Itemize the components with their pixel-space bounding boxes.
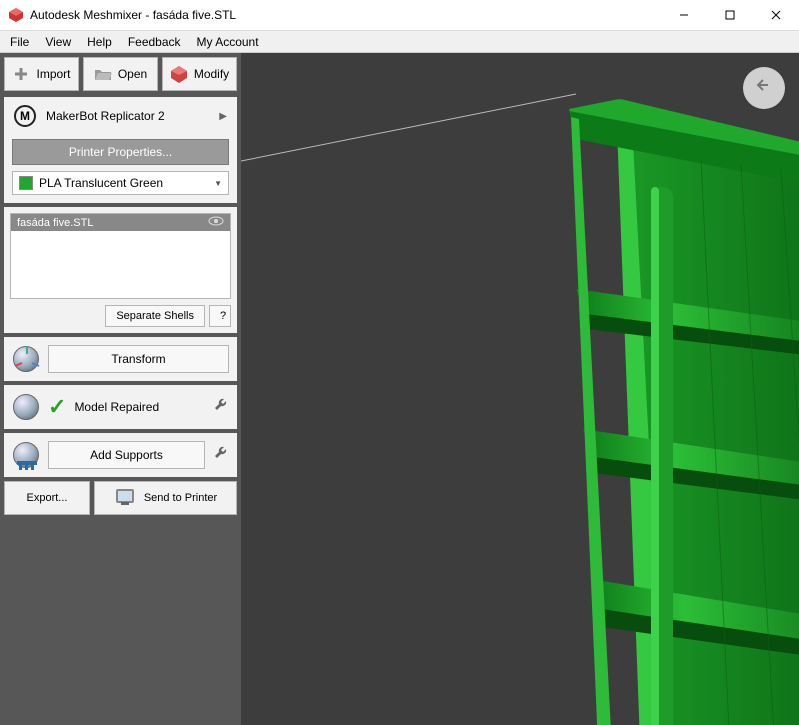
sidebar: Import Open Modify M MakerBot Replicator… [0,53,241,725]
import-label: Import [36,67,70,81]
maximize-button[interactable] [707,0,753,30]
material-name: PLA Translucent Green [39,176,163,190]
open-label: Open [118,67,147,81]
files-panel: fasáda five.STL Separate Shells ? [4,207,237,333]
model-repaired-label: Model Repaired [74,393,205,421]
menu-view[interactable]: View [45,35,71,49]
material-select[interactable]: PLA Translucent Green ▼ [12,171,229,195]
modify-label: Modify [194,67,229,81]
printer-icon [114,487,136,510]
file-list: fasáda five.STL [10,213,231,299]
printer-properties-button[interactable]: Printer Properties... [12,139,229,165]
printer-name: MakerBot Replicator 2 [46,109,165,123]
modify-button[interactable]: Modify [162,57,237,91]
menu-file[interactable]: File [10,35,29,49]
close-button[interactable] [753,0,799,30]
bottom-row: Export... Send to Printer [0,481,241,519]
file-item[interactable]: fasáda five.STL [11,214,230,231]
wrench-icon[interactable] [213,397,229,418]
minimize-button[interactable] [661,0,707,30]
supports-icon [12,441,40,469]
repair-icon [12,393,40,421]
send-to-printer-button[interactable]: Send to Printer [94,481,237,515]
window-title: Autodesk Meshmixer - fasáda five.STL [30,8,661,22]
viewport[interactable] [241,53,799,725]
export-button[interactable]: Export... [4,481,90,515]
modify-icon [170,65,188,83]
eye-icon[interactable] [208,216,224,229]
transform-button[interactable]: Transform [48,345,229,373]
folder-icon [94,65,112,83]
model-render [521,89,799,725]
wrench-icon[interactable] [213,445,229,466]
supports-panel: Add Supports [4,433,237,477]
add-supports-button[interactable]: Add Supports [48,441,205,469]
menu-help[interactable]: Help [87,35,112,49]
chevron-right-icon: ▶ [219,111,227,122]
chevron-down-icon: ▼ [214,179,222,188]
titlebar: Autodesk Meshmixer - fasáda five.STL [0,0,799,31]
transform-panel: Transform [4,337,237,381]
menubar: File View Help Feedback My Account [0,31,799,53]
top-toolbar: Import Open Modify [0,53,241,95]
menu-feedback[interactable]: Feedback [128,35,181,49]
help-button[interactable]: ? [209,305,231,327]
separate-shells-button[interactable]: Separate Shells [105,305,205,327]
open-button[interactable]: Open [83,57,158,91]
file-name: fasáda five.STL [17,217,93,229]
makerbot-icon: M [14,105,36,127]
plus-icon [12,65,30,83]
app-icon [8,7,24,23]
material-swatch [19,176,33,190]
printer-select-row[interactable]: M MakerBot Replicator 2 ▶ [4,97,237,135]
check-icon: ✓ [48,394,66,420]
printer-panel: M MakerBot Replicator 2 ▶ Printer Proper… [4,97,237,203]
repair-panel: ✓ Model Repaired [4,385,237,429]
menu-myaccount[interactable]: My Account [197,35,259,49]
import-button[interactable]: Import [4,57,79,91]
transform-icon [12,345,40,373]
send-label: Send to Printer [144,492,217,504]
